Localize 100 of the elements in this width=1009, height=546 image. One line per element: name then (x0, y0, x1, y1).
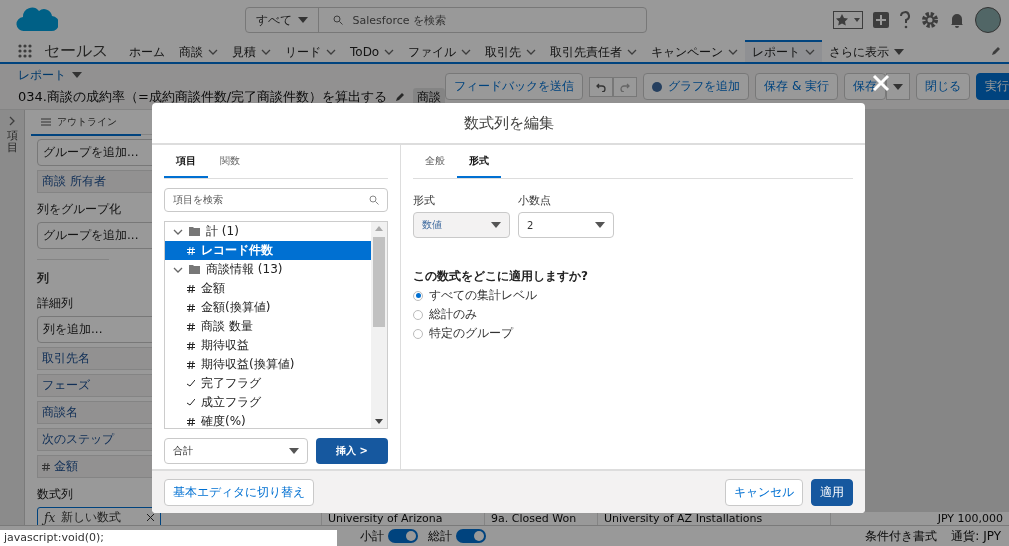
app-name: セールス (44, 40, 108, 62)
nav-tab[interactable]: 取引先 (478, 40, 544, 62)
apply-button[interactable]: 適用 (811, 478, 853, 506)
chevron-down-icon[interactable] (326, 49, 336, 55)
tree-item[interactable]: 期待収益(換算値) (165, 355, 371, 374)
add-icon[interactable] (873, 12, 889, 28)
breadcrumb[interactable]: レポート (18, 66, 66, 84)
insert-button[interactable]: 挿入 > (316, 438, 388, 464)
caret-icon (595, 222, 605, 228)
tree-folder[interactable]: 計 (1) (165, 222, 371, 241)
radio-option[interactable]: 特定のグループ (413, 325, 853, 342)
hash-icon (187, 417, 195, 426)
hash-icon (187, 341, 195, 350)
toggle-label: 総計 (428, 527, 452, 545)
field-search-input[interactable]: 項目を検索 (164, 188, 388, 212)
toggle-label: 小計 (360, 527, 384, 545)
nav-tab[interactable]: ホーム (122, 40, 172, 62)
chevron-down-icon[interactable] (208, 49, 218, 55)
panel-tab[interactable]: 関数 (208, 145, 252, 178)
tree-item[interactable]: 完了フラグ (165, 374, 371, 393)
panel-tab[interactable]: 項目 (164, 145, 208, 178)
hash-icon (187, 284, 195, 293)
tree-item[interactable]: 商談 数量 (165, 317, 371, 336)
outline-tab[interactable]: アウトライン (31, 110, 141, 136)
section-heading: 列 (37, 259, 109, 287)
scrollbar[interactable] (371, 222, 387, 428)
settings-icon[interactable] (921, 11, 939, 29)
nav-tab[interactable]: ファイル (401, 40, 479, 62)
search-icon (369, 195, 379, 205)
run-button[interactable]: 実行 (976, 73, 1009, 100)
field-label: 数式列 (37, 486, 73, 503)
switch-editor-button[interactable]: 基本エディタに切り替え (164, 478, 314, 506)
folder-icon (189, 227, 200, 236)
toggle-switch[interactable] (456, 529, 486, 543)
caret-icon (72, 72, 82, 78)
hash-icon (187, 322, 195, 331)
tree-item[interactable]: 期待収益 (165, 336, 371, 355)
chevron-down-icon[interactable] (261, 49, 271, 55)
tree-item[interactable]: 金額(換算値) (165, 298, 371, 317)
toggle-switch[interactable] (388, 529, 418, 543)
nav-tab[interactable]: 取引先責任者 (543, 40, 645, 62)
chevron-down-icon[interactable] (384, 49, 395, 55)
avatar[interactable] (975, 7, 1001, 33)
more-tab[interactable]: さらに表示 (822, 40, 912, 62)
format-dropdown[interactable]: 数値 (413, 212, 510, 238)
nav-tab[interactable]: ToDo (343, 40, 402, 62)
field-label: 小数点 (518, 193, 552, 208)
hash-icon (187, 246, 195, 255)
caret-icon (289, 448, 299, 454)
tree-folder[interactable]: 商談情報 (13) (165, 260, 371, 279)
cancel-button[interactable]: キャンセル (725, 478, 803, 506)
tree-item[interactable]: 確度(%) (165, 412, 371, 428)
save-run-button[interactable]: 保存 & 実行 (755, 73, 839, 100)
add-chart-button[interactable]: グラフを追加 (643, 73, 750, 100)
fields-panel-label[interactable]: 項目 (6, 130, 18, 155)
dialog-title: 数式列を編集 (463, 113, 554, 133)
currency-dropdown[interactable]: 通貨: JPY (951, 527, 1001, 545)
close-icon[interactable] (147, 514, 154, 521)
nav-tab[interactable]: 見積 (225, 40, 278, 62)
help-icon[interactable] (899, 11, 911, 29)
chevron-down-icon[interactable] (526, 49, 537, 55)
tree-item[interactable]: レコード件数 (165, 241, 371, 260)
chevron-down-icon[interactable] (627, 49, 638, 55)
nav-tab[interactable]: レポート (745, 40, 823, 62)
report-title: 034.商談の成約率（=成約商談件数/完了商談件数）を算出する (18, 88, 388, 106)
field-label: 詳細列 (37, 295, 73, 312)
aggregate-dropdown[interactable]: 合計 (164, 438, 308, 464)
nav-tab[interactable]: リード (278, 40, 343, 62)
feedback-button[interactable]: フィードバックを送信 (445, 73, 584, 100)
save-menu-button[interactable] (886, 73, 911, 100)
tree-item[interactable]: 成立フラグ (165, 393, 371, 412)
nav-tab[interactable]: キャンペーン (644, 40, 746, 62)
decimals-dropdown[interactable]: 2 (518, 212, 614, 238)
hash-icon (187, 360, 195, 369)
chevron-right-icon (9, 116, 15, 126)
radio-option[interactable]: すべての集計レベル (413, 287, 853, 304)
pencil-icon[interactable] (991, 46, 1001, 56)
undo-button[interactable] (589, 76, 614, 97)
check-icon (187, 399, 195, 406)
nav-tab[interactable]: 商談 (172, 40, 225, 62)
chevron-down-icon (173, 228, 183, 235)
tree-item[interactable]: 金額 (165, 279, 371, 298)
question-label: この数式をどこに適用しますか? (413, 268, 589, 285)
radio-option[interactable]: 総計のみ (413, 306, 853, 323)
conditional-format-button[interactable]: 条件付き書式 (865, 527, 938, 545)
close-button[interactable]: 閉じる (916, 73, 971, 100)
caret-icon (893, 83, 904, 90)
chevron-down-icon[interactable] (728, 49, 739, 55)
save-button[interactable]: 保存 (844, 73, 887, 100)
scroll-down-icon[interactable] (375, 419, 383, 424)
chevron-down-icon[interactable] (805, 49, 816, 55)
panel-tab[interactable]: 全般 (413, 145, 457, 178)
field-label: 形式 (413, 193, 436, 208)
undo-icon (596, 81, 607, 92)
chevron-down-icon[interactable] (461, 49, 472, 55)
bell-icon[interactable] (949, 12, 965, 28)
hash-icon (42, 462, 50, 471)
panel-tab[interactable]: 形式 (457, 145, 501, 178)
app-launcher-icon[interactable] (18, 44, 32, 58)
scroll-up-icon[interactable] (375, 226, 383, 231)
